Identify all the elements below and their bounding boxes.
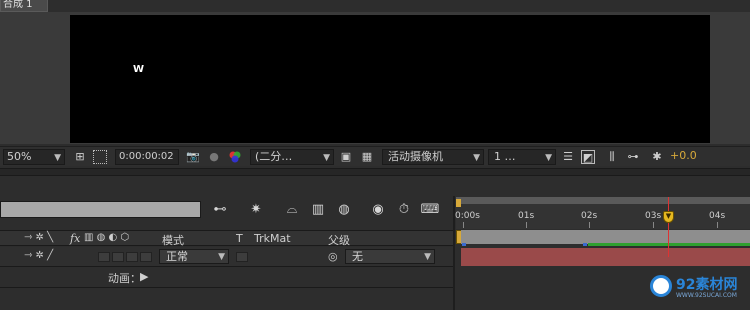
auto-keyframe-icon[interactable]: ⏱	[394, 201, 414, 219]
mode-column: 模式	[162, 234, 184, 247]
region-of-interest-icon[interactable]	[93, 150, 107, 164]
resolution-value: (二分…	[255, 150, 293, 163]
t-column: T	[236, 232, 243, 245]
ruler-label: 04s	[709, 211, 726, 221]
ruler-label: 03s	[645, 211, 662, 221]
animate-label: 动画：	[108, 272, 141, 285]
layer-search-input[interactable]	[0, 201, 201, 218]
switch-checkbox[interactable]	[126, 252, 138, 262]
switch-checkbox[interactable]	[112, 252, 124, 262]
keyframe-marker[interactable]	[583, 243, 587, 246]
composition-canvas[interactable]: W	[70, 15, 710, 143]
blend-mode-select[interactable]: 正常 ▼	[159, 249, 229, 264]
switch-checkbox[interactable]	[140, 252, 152, 262]
panel-divider	[0, 168, 750, 176]
chevron-down-icon: ▼	[218, 252, 225, 262]
fast-previews-icon[interactable]: ◩	[581, 150, 595, 164]
layer-row[interactable]: ⇾ ✲ ╱ 正常 ▼ ◎ 无 ▼	[0, 247, 453, 267]
camera-value: 活动摄像机	[388, 150, 443, 163]
draft-3d-icon[interactable]: ✷	[246, 201, 266, 219]
parent-column: 父级	[328, 234, 350, 247]
ruler-tick	[463, 222, 464, 228]
current-time-indicator-head[interactable]: ▼	[663, 211, 674, 223]
chevron-down-icon: ▼	[424, 252, 431, 262]
flowchart-icon[interactable]: ⊶	[626, 150, 640, 164]
timecode-field[interactable]: 0:00:00:02	[115, 149, 179, 165]
render-cache-line	[588, 243, 750, 246]
comp-mini-flowchart-icon[interactable]: ⊷	[210, 201, 230, 219]
layer-switch-icons: ⇾ ✲ ╱	[24, 250, 54, 261]
canvas-text-layer[interactable]: W	[133, 64, 144, 75]
ruler-tick	[526, 222, 527, 228]
watermark-name: 92素材网	[676, 277, 738, 293]
ruler-tick	[589, 222, 590, 228]
work-area-bar[interactable]	[456, 197, 750, 204]
fx-column: fx	[70, 232, 81, 245]
reset-exposure-icon[interactable]: ✱	[650, 150, 664, 164]
view-layout-select[interactable]: 1 … ▼	[488, 149, 556, 165]
timeline-tab-strip	[0, 176, 750, 196]
safe-margins-icon[interactable]: ⊞	[73, 150, 87, 164]
ruler-label: 01s	[518, 211, 535, 221]
viewer-toolbar: 50% ▼ ⊞ 0:00:00:02 📷 ● (二分… ▼ ▣ ▦ 活动摄像机 …	[0, 146, 750, 166]
layer-duration-bar[interactable]	[461, 248, 750, 266]
watermark: 92素材网 WWW.92SUCAI.COM	[650, 271, 750, 301]
track-header-bar	[461, 230, 750, 244]
rgb-channels-icon[interactable]	[228, 150, 242, 164]
parent-select[interactable]: 无 ▼	[345, 249, 435, 264]
camera-snapshot-icon[interactable]: 📷	[186, 150, 200, 164]
chevron-down-icon: ▼	[323, 153, 330, 163]
watermark-logo-icon	[650, 275, 672, 297]
fast-preview-icon[interactable]: ▣	[339, 150, 353, 164]
layer-column-header: ⇾ ✲ ╲ fx ▥ ◍ ◐ ⬡ 模式 T TrkMat 父级	[0, 230, 453, 247]
timeline-icon[interactable]: ⫼	[605, 150, 619, 164]
current-time-indicator[interactable]	[668, 197, 669, 257]
motion-blur-icon[interactable]: ◍	[334, 201, 354, 219]
ruler-label: 0:00s	[455, 211, 480, 221]
row-divider	[0, 287, 453, 288]
keyframe-marker[interactable]	[462, 243, 466, 246]
trkmat-column: TrkMat	[254, 232, 291, 245]
ruler-tick	[717, 222, 718, 228]
zoom-select[interactable]: 50% ▼	[3, 149, 65, 165]
show-snapshot-icon[interactable]: ●	[207, 150, 221, 164]
animate-menu-icon[interactable]: ▶	[140, 270, 148, 283]
view-layout-value: 1 …	[494, 150, 516, 163]
shy-layers-icon[interactable]: ⌓	[282, 201, 302, 219]
switch-checkbox[interactable]	[98, 252, 110, 262]
ruler-label: 02s	[581, 211, 598, 221]
exposure-value[interactable]: +0.0	[670, 149, 697, 165]
pickwhip-icon[interactable]: ◎	[328, 250, 338, 263]
preserve-transparency-checkbox[interactable]	[236, 252, 248, 262]
toggle-pixel-aspect-icon[interactable]: ☰	[561, 150, 575, 164]
chevron-down-icon: ▼	[473, 153, 480, 163]
parent-value: 无	[352, 250, 363, 263]
frame-blending-icon[interactable]: ▥	[308, 201, 328, 219]
chevron-down-icon: ▼	[545, 153, 552, 163]
work-area-start-handle[interactable]	[456, 199, 461, 207]
ruler-tick	[653, 222, 654, 228]
brainstorm-icon[interactable]: ◉	[368, 201, 388, 219]
zoom-value: 50%	[7, 150, 32, 163]
watermark-url: WWW.92SUCAI.COM	[676, 292, 737, 299]
camera-select[interactable]: 活动摄像机 ▼	[382, 149, 484, 165]
chevron-down-icon: ▼	[54, 153, 61, 163]
tab-composition[interactable]: 合成 1	[0, 0, 48, 12]
transparency-grid-icon[interactable]: ▦	[360, 150, 374, 164]
switch-icons: ⇾ ✲ ╲	[24, 232, 54, 243]
blend-mode-value: 正常	[166, 250, 188, 263]
switch-icons-2: ▥ ◍ ◐ ⬡	[84, 232, 130, 243]
resolution-select[interactable]: (二分… ▼	[250, 149, 334, 165]
graph-editor-icon[interactable]: ⌨	[420, 201, 440, 219]
animate-row: 动画： ▶	[0, 268, 453, 286]
